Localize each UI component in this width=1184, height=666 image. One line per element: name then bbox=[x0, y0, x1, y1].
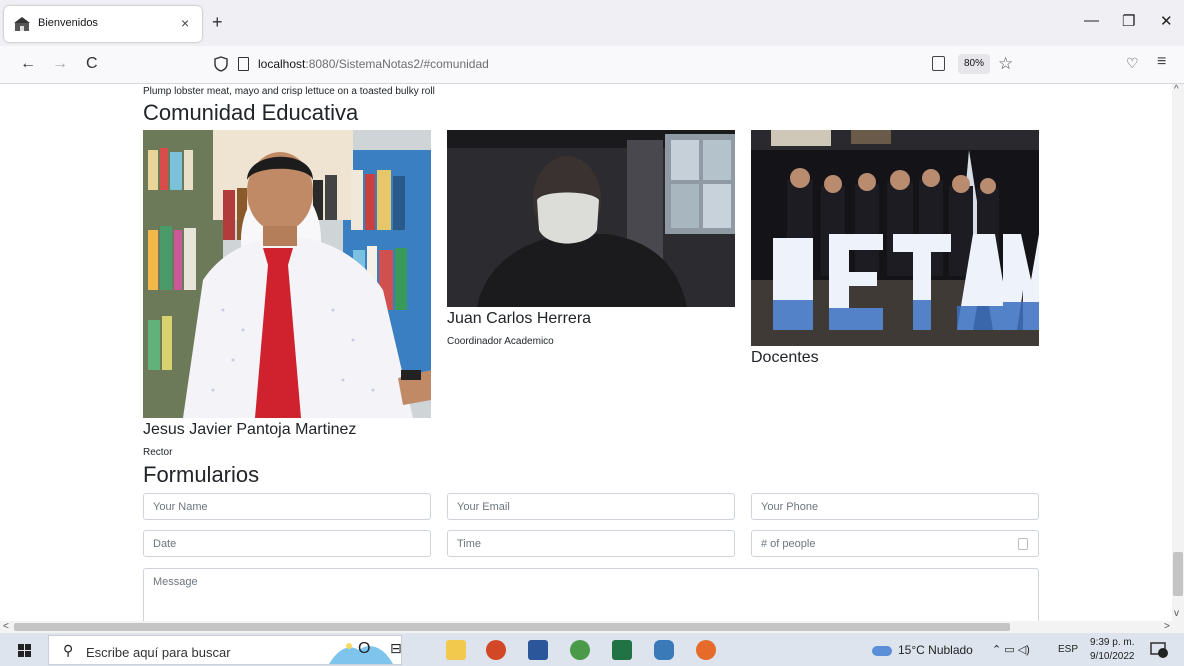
horizontal-scroll-thumb[interactable] bbox=[14, 623, 1010, 631]
nav-bar: ← → C localhost:8080/SistemaNotas2/#comu… bbox=[0, 46, 1184, 84]
member-name-rector: Jesus Javier Pantoja Martinez bbox=[143, 421, 357, 438]
reload-button[interactable]: C bbox=[86, 55, 98, 73]
tab-bar: Bienvenidos × + — ❐ ✕ bbox=[0, 0, 1184, 46]
new-tab-button[interactable]: + bbox=[212, 12, 223, 33]
docentes-photo bbox=[751, 130, 1039, 346]
date-input[interactable]: Date bbox=[143, 530, 431, 557]
page-content: Plump lobster meat, mayo and crisp lettu… bbox=[0, 84, 1172, 621]
message-textarea[interactable]: Message bbox=[143, 568, 1039, 621]
notifications-icon[interactable] bbox=[1150, 642, 1168, 658]
clock[interactable]: 9:39 p. m. 9/10/2022 bbox=[1090, 636, 1135, 664]
weather-text: 15°C Nublado bbox=[898, 643, 973, 657]
message-placeholder: Message bbox=[153, 576, 198, 588]
clock-time: 9:39 p. m. bbox=[1090, 637, 1135, 648]
email-input[interactable]: Your Email bbox=[447, 493, 735, 520]
search-icon: ⚲ bbox=[63, 642, 74, 658]
url-path: :8080/SistemaNotas2/#comunidad bbox=[305, 57, 489, 71]
firefox-icon[interactable] bbox=[696, 640, 716, 660]
task-view-icon[interactable]: ⊟ bbox=[390, 640, 410, 660]
scroll-left-icon[interactable]: < bbox=[3, 621, 9, 632]
member-role-rector: Rector bbox=[143, 447, 173, 458]
weather-widget[interactable]: 15°C Nublado bbox=[872, 643, 973, 657]
cloud-icon bbox=[872, 645, 892, 656]
reader-view-icon[interactable] bbox=[932, 56, 945, 71]
people-input[interactable]: # of people bbox=[751, 530, 1039, 557]
tab-title: Bienvenidos bbox=[38, 17, 98, 29]
member-name-coordinator: Juan Carlos Herrera bbox=[447, 310, 592, 327]
cortana-icon[interactable]: O bbox=[358, 640, 378, 660]
chrome-icon[interactable] bbox=[570, 640, 590, 660]
url-text[interactable]: localhost:8080/SistemaNotas2/#comunidad bbox=[258, 57, 489, 71]
vertical-scrollbar[interactable]: ^ v bbox=[1172, 84, 1184, 621]
coordinator-photo bbox=[447, 130, 735, 307]
scroll-up-icon[interactable]: ^ bbox=[1174, 84, 1179, 95]
page-info-icon[interactable] bbox=[238, 57, 249, 71]
phone-input[interactable]: Your Phone bbox=[751, 493, 1039, 520]
section-title-comunidad: Comunidad Educativa bbox=[143, 100, 359, 125]
powerpoint-icon[interactable] bbox=[486, 640, 506, 660]
screen: Bienvenidos × + — ❐ ✕ ← → C localhost:80… bbox=[0, 0, 1184, 666]
language-indicator[interactable]: ESP bbox=[1058, 644, 1078, 655]
scroll-right-icon[interactable]: > bbox=[1164, 621, 1170, 632]
email-placeholder: Your Email bbox=[457, 501, 510, 513]
forward-button[interactable]: → bbox=[52, 55, 68, 73]
url-host: localhost bbox=[258, 57, 306, 71]
member-name-docentes: Docentes bbox=[751, 349, 819, 366]
taskbar-search[interactable]: ⚲ Escribe aquí para buscar bbox=[48, 635, 402, 665]
vertical-scroll-thumb[interactable] bbox=[1173, 552, 1183, 596]
close-window-button[interactable]: ✕ bbox=[1160, 12, 1173, 30]
restore-button[interactable]: ❐ bbox=[1122, 12, 1135, 30]
shield-icon[interactable] bbox=[214, 56, 228, 72]
bookmark-star-icon[interactable]: ☆ bbox=[998, 54, 1013, 74]
word-icon[interactable] bbox=[528, 640, 548, 660]
horizontal-scrollbar[interactable]: < > bbox=[0, 621, 1184, 633]
excel-icon[interactable] bbox=[612, 640, 632, 660]
phone-placeholder: Your Phone bbox=[761, 501, 819, 513]
time-placeholder: Time bbox=[457, 538, 482, 550]
taskbar: ⚲ Escribe aquí para buscar O ⊟ 15°C Nubl… bbox=[0, 633, 1184, 666]
back-button[interactable]: ← bbox=[20, 55, 36, 73]
windows-start-icon[interactable] bbox=[18, 644, 31, 657]
pocket-icon[interactable]: ♡ bbox=[1126, 55, 1139, 72]
scroll-down-icon[interactable]: v bbox=[1174, 608, 1179, 619]
time-input[interactable]: Time bbox=[447, 530, 735, 557]
file-explorer-icon[interactable] bbox=[446, 640, 466, 660]
minimize-button[interactable]: — bbox=[1084, 12, 1099, 29]
app-menu-icon[interactable]: ≡ bbox=[1157, 53, 1166, 71]
name-input[interactable]: Your Name bbox=[143, 493, 431, 520]
section-title-formularios: Formularios bbox=[143, 462, 260, 487]
school-favicon-icon bbox=[14, 17, 30, 31]
search-placeholder: Escribe aquí para buscar bbox=[86, 645, 231, 660]
tab-bienvenidos[interactable]: Bienvenidos × bbox=[4, 6, 202, 42]
number-spinner-icon[interactable] bbox=[1018, 538, 1028, 550]
snippet-text: Plump lobster meat, mayo and crisp lettu… bbox=[143, 86, 435, 97]
zoom-level[interactable]: 80% bbox=[958, 54, 990, 74]
url-bar[interactable]: localhost:8080/SistemaNotas2/#comunidad … bbox=[204, 51, 1024, 79]
name-placeholder: Your Name bbox=[153, 501, 208, 513]
app-icon[interactable] bbox=[654, 640, 674, 660]
system-tray-icons[interactable]: ⌃ ▭ ◁) bbox=[992, 643, 1030, 656]
date-placeholder: Date bbox=[153, 538, 177, 550]
member-role-coordinator: Coordinador Academico bbox=[447, 336, 554, 347]
clock-date: 9/10/2022 bbox=[1090, 651, 1135, 662]
rector-photo bbox=[143, 130, 431, 418]
tab-close-icon[interactable]: × bbox=[181, 15, 189, 31]
people-placeholder: # of people bbox=[761, 538, 816, 550]
